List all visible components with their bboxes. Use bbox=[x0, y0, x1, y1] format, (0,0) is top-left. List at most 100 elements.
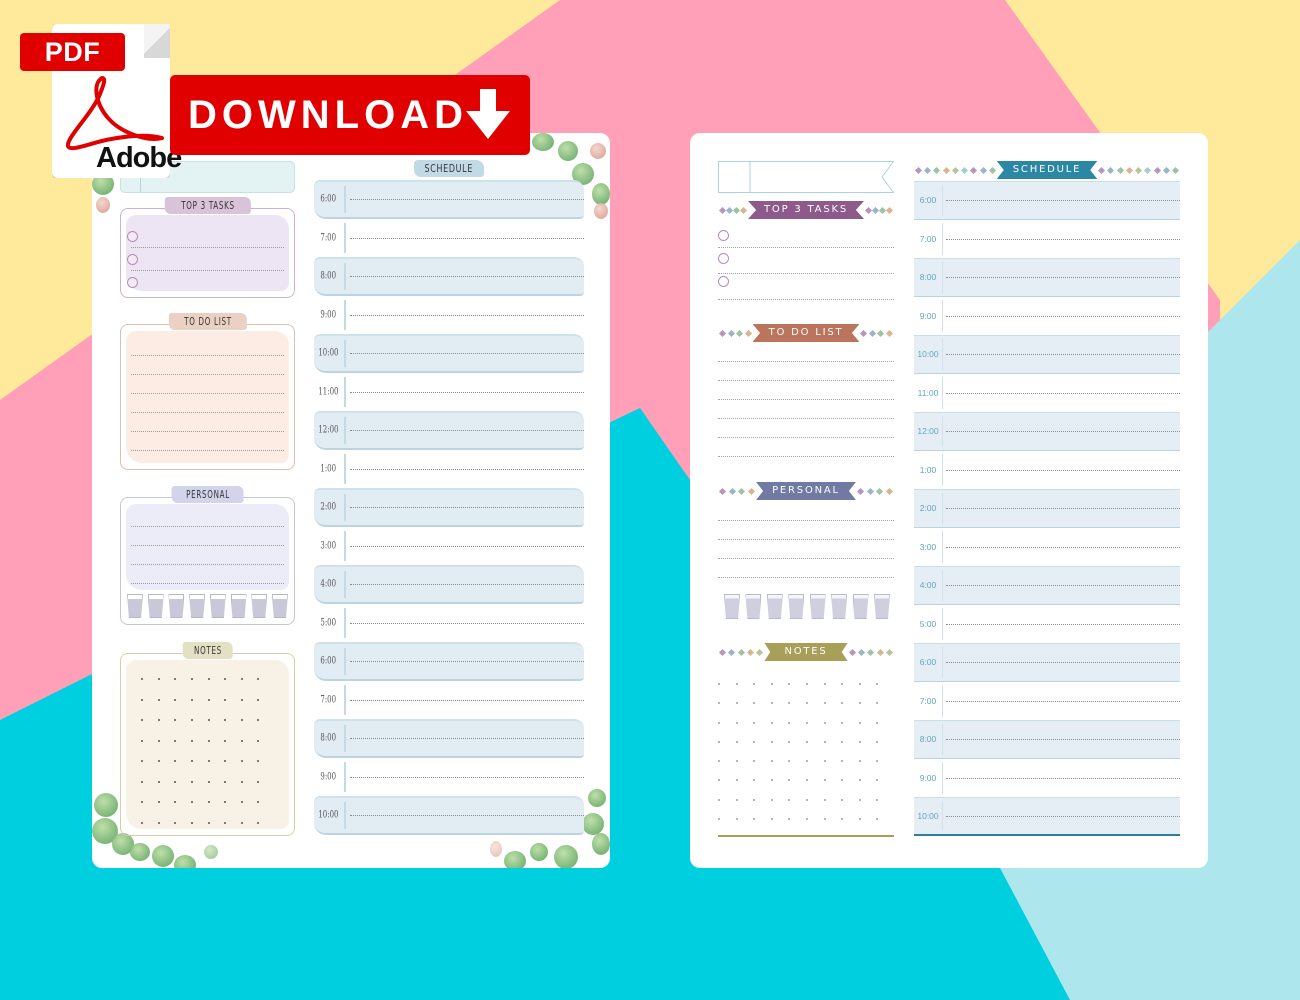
todo-line[interactable] bbox=[131, 355, 284, 356]
todo-line[interactable] bbox=[131, 393, 284, 394]
personal-line[interactable] bbox=[131, 545, 284, 546]
schedule-row[interactable]: 3:00 bbox=[914, 528, 1180, 567]
schedule-row[interactable]: 6:00 bbox=[914, 181, 1180, 220]
notes-dot-grid[interactable] bbox=[141, 678, 274, 824]
todo-line[interactable] bbox=[718, 437, 894, 438]
schedule-row[interactable]: 10:00 bbox=[914, 335, 1180, 374]
download-button[interactable]: DOWNLOAD bbox=[170, 75, 530, 155]
schedule-entry-line[interactable] bbox=[350, 237, 584, 239]
todo-line[interactable] bbox=[131, 450, 284, 451]
notes-dot-grid[interactable] bbox=[718, 683, 894, 821]
schedule-entry-line[interactable] bbox=[350, 276, 584, 278]
personal-line[interactable] bbox=[131, 526, 284, 527]
schedule-row[interactable]: 8:00 bbox=[914, 258, 1180, 297]
schedule-row[interactable]: 1:00 bbox=[914, 451, 1180, 490]
water-glass-icon[interactable] bbox=[209, 594, 226, 618]
schedule-row[interactable]: 5:00 bbox=[914, 605, 1180, 644]
schedule-row[interactable]: 7:00 bbox=[314, 681, 584, 720]
schedule-entry-line[interactable] bbox=[946, 777, 1180, 779]
todo-line[interactable] bbox=[131, 374, 284, 375]
schedule-entry-line[interactable] bbox=[350, 622, 584, 624]
schedule-row[interactable]: 8:00 bbox=[314, 719, 584, 758]
schedule-row[interactable]: 6:00 bbox=[914, 643, 1180, 682]
schedule-entry-line[interactable] bbox=[350, 661, 584, 663]
schedule-row[interactable]: 6:00 bbox=[314, 180, 584, 219]
schedule-entry-line[interactable] bbox=[350, 468, 584, 470]
personal-line[interactable] bbox=[131, 583, 284, 584]
water-glass-icon[interactable] bbox=[766, 594, 783, 619]
schedule-row[interactable]: 12:00 bbox=[914, 412, 1180, 451]
schedule-row[interactable]: 8:00 bbox=[914, 720, 1180, 759]
schedule-row[interactable]: 2:00 bbox=[914, 489, 1180, 528]
schedule-entry-line[interactable] bbox=[350, 314, 584, 316]
schedule-entry-line[interactable] bbox=[350, 391, 584, 393]
schedule-row[interactable]: 11:00 bbox=[314, 373, 584, 412]
schedule-entry-line[interactable] bbox=[946, 238, 1180, 240]
water-glass-icon[interactable] bbox=[168, 594, 185, 618]
schedule-row[interactable]: 1:00 bbox=[314, 450, 584, 489]
schedule-row[interactable]: 2:00 bbox=[314, 488, 584, 527]
water-glass-icon[interactable] bbox=[852, 594, 869, 619]
water-glass-icon[interactable] bbox=[127, 594, 143, 618]
schedule-entry-line[interactable] bbox=[946, 469, 1180, 471]
schedule-row[interactable]: 8:00 bbox=[314, 257, 584, 296]
schedule-entry-line[interactable] bbox=[946, 623, 1180, 625]
water-glass-icon[interactable] bbox=[873, 594, 890, 619]
task-checkbox[interactable] bbox=[127, 277, 138, 288]
schedule-entry-line[interactable] bbox=[350, 199, 584, 201]
schedule-entry-line[interactable] bbox=[946, 508, 1180, 510]
todo-line[interactable] bbox=[131, 412, 284, 413]
schedule-row[interactable]: 9:00 bbox=[914, 759, 1180, 798]
water-glass-icon[interactable] bbox=[251, 594, 268, 618]
schedule-entry-line[interactable] bbox=[946, 585, 1180, 587]
schedule-row[interactable]: 6:00 bbox=[314, 642, 584, 681]
personal-line[interactable] bbox=[718, 558, 894, 559]
schedule-row[interactable]: 4:00 bbox=[314, 565, 584, 604]
schedule-row[interactable]: 7:00 bbox=[314, 219, 584, 258]
schedule-row[interactable]: 12:00 bbox=[314, 411, 584, 450]
schedule-row[interactable]: 5:00 bbox=[314, 604, 584, 643]
todo-line[interactable] bbox=[718, 456, 894, 457]
schedule-entry-line[interactable] bbox=[946, 431, 1180, 433]
personal-line[interactable] bbox=[718, 520, 894, 521]
personal-line[interactable] bbox=[718, 539, 894, 540]
schedule-row[interactable]: 9:00 bbox=[914, 297, 1180, 336]
personal-line[interactable] bbox=[131, 564, 284, 565]
todo-line[interactable] bbox=[718, 399, 894, 400]
schedule-entry-line[interactable] bbox=[946, 662, 1180, 664]
water-glass-icon[interactable] bbox=[788, 594, 805, 619]
schedule-entry-line[interactable] bbox=[946, 315, 1180, 317]
water-glass-icon[interactable] bbox=[189, 594, 206, 618]
schedule-row[interactable]: 7:00 bbox=[914, 682, 1180, 721]
water-glass-icon[interactable] bbox=[271, 594, 288, 618]
schedule-entry-line[interactable] bbox=[946, 392, 1180, 394]
task-checkbox[interactable] bbox=[718, 253, 729, 264]
schedule-entry-line[interactable] bbox=[350, 738, 584, 740]
task-checkbox[interactable] bbox=[718, 230, 729, 241]
schedule-row[interactable]: 9:00 bbox=[314, 758, 584, 797]
schedule-entry-line[interactable] bbox=[350, 507, 584, 509]
schedule-row[interactable]: 3:00 bbox=[314, 527, 584, 566]
schedule-row[interactable]: 9:00 bbox=[314, 296, 584, 335]
task-checkbox[interactable] bbox=[127, 254, 138, 265]
todo-line[interactable] bbox=[718, 361, 894, 362]
schedule-entry-line[interactable] bbox=[946, 354, 1180, 356]
personal-line[interactable] bbox=[718, 577, 894, 578]
schedule-entry-line[interactable] bbox=[350, 353, 584, 355]
schedule-row[interactable]: 10:00 bbox=[314, 796, 584, 835]
todo-line[interactable] bbox=[718, 418, 894, 419]
schedule-entry-line[interactable] bbox=[350, 430, 584, 432]
task-checkbox[interactable] bbox=[127, 231, 138, 242]
schedule-entry-line[interactable] bbox=[946, 700, 1180, 702]
schedule-entry-line[interactable] bbox=[350, 699, 584, 701]
task-checkbox[interactable] bbox=[718, 276, 729, 287]
todo-line[interactable] bbox=[131, 431, 284, 432]
water-glass-icon[interactable] bbox=[724, 594, 740, 619]
schedule-entry-line[interactable] bbox=[350, 584, 584, 586]
schedule-entry-line[interactable] bbox=[946, 277, 1180, 279]
todo-line[interactable] bbox=[718, 380, 894, 381]
date-title-field[interactable] bbox=[718, 161, 894, 193]
water-glass-icon[interactable] bbox=[230, 594, 247, 618]
schedule-entry-line[interactable] bbox=[946, 739, 1180, 741]
water-glass-icon[interactable] bbox=[831, 594, 848, 619]
